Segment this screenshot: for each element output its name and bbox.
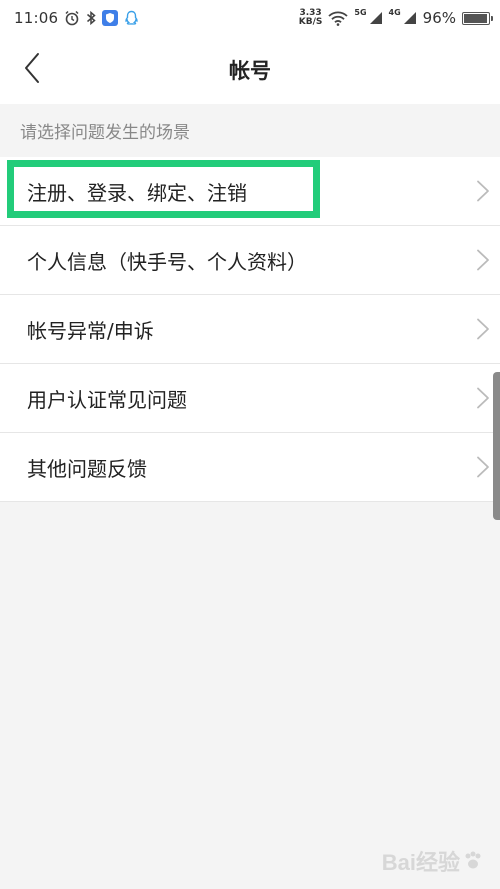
status-bar: 11:06 3.33 KB/S 5G 4G 96% [0,0,500,36]
chevron-right-icon [476,456,490,478]
battery-percent: 96% [422,9,456,27]
chevron-left-icon [23,52,41,88]
status-left: 11:06 [14,9,139,27]
menu-item-label: 注册、登录、绑定、注销 [27,180,247,205]
menu-list: 注册、登录、绑定、注销 个人信息（快手号、个人资料） 帐号异常/申诉 用户认证常… [0,157,500,502]
signal-label-1: 5G [354,7,367,17]
alarm-icon [64,10,80,26]
menu-item-other-feedback[interactable]: 其他问题反馈 [0,433,500,502]
battery-icon [462,11,493,25]
status-right: 3.33 KB/S 5G 4G 96% [299,7,493,27]
menu-item-user-verification[interactable]: 用户认证常见问题 [0,364,500,433]
signal-label-2: 4G [388,7,401,17]
battery-fill [464,13,487,23]
menu-item-register-login[interactable]: 注册、登录、绑定、注销 [0,157,500,226]
status-time: 11:06 [14,9,59,27]
menu-item-label: 个人信息（快手号、个人资料） [27,249,307,274]
net-speed-unit: KB/S [298,17,323,27]
menu-item-account-appeal[interactable]: 帐号异常/申诉 [0,295,500,364]
nav-bar: 帐号 [0,36,500,104]
signal-icon-2 [403,11,417,25]
back-button[interactable] [14,52,50,88]
scroll-indicator[interactable] [493,372,500,520]
watermark: Bai经验 [382,845,484,877]
shield-app-icon [102,10,119,26]
signal-icon [369,11,383,25]
net-speed: 3.33 KB/S [299,9,323,27]
menu-item-personal-info[interactable]: 个人信息（快手号、个人资料） [0,226,500,295]
menu-item-label: 帐号异常/申诉 [27,318,154,343]
paw-icon [462,850,484,872]
chevron-right-icon [476,318,490,340]
section-hint: 请选择问题发生的场景 [20,122,190,143]
chevron-right-icon [476,180,490,202]
wifi-icon [328,11,348,26]
chevron-right-icon [476,387,490,409]
menu-item-label: 用户认证常见问题 [27,387,187,412]
menu-item-label: 其他问题反馈 [27,456,147,481]
bluetooth-icon [86,10,96,26]
watermark-text: Bai经验 [381,850,460,875]
chevron-right-icon [476,249,490,271]
qq-icon [124,10,139,26]
page-title: 帐号 [229,59,271,83]
